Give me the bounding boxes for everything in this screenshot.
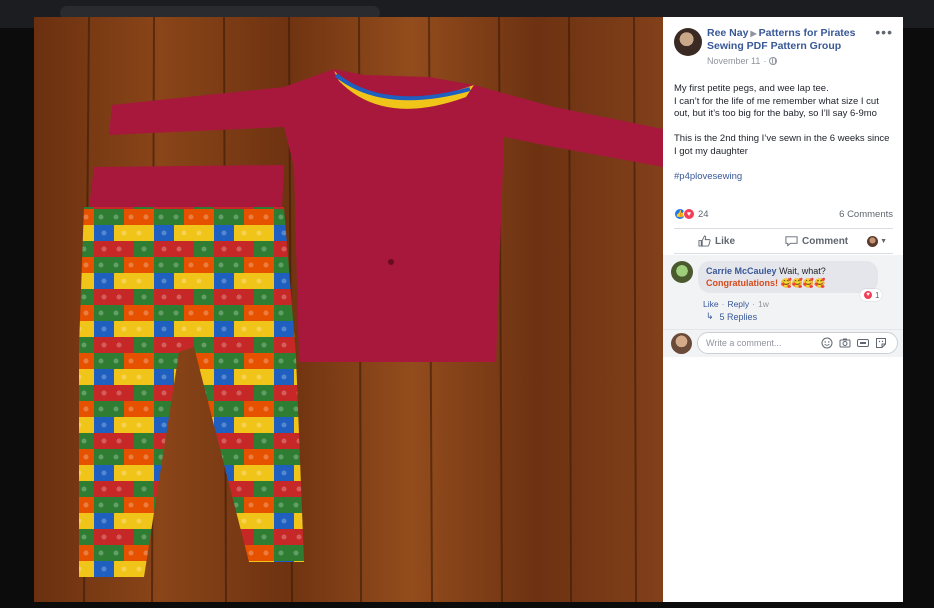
thumbs-up-icon xyxy=(698,235,711,247)
like-label: Like xyxy=(715,235,736,247)
post-action-bar: Like Comment ▼ xyxy=(674,228,893,254)
comment-reaction-count: 1 xyxy=(875,290,880,300)
composer-icons xyxy=(821,337,887,349)
comment-composer xyxy=(663,329,903,357)
post-paragraph-3: This is the 2nd thing I’ve sewn in the 6… xyxy=(674,133,890,157)
post-paragraph-2: I can’t for the life of me remember what… xyxy=(674,95,879,120)
sticker-icon[interactable] xyxy=(875,337,887,349)
triangle-right-icon: ▶ xyxy=(750,29,757,38)
hashtag-link[interactable]: #p4plovesewing xyxy=(674,171,892,184)
heart-icon[interactable]: ♥ xyxy=(683,208,695,220)
post-side-panel: Ree Nay ▶ Patterns for Pirates Sewing PDF … xyxy=(663,17,903,602)
commenter-avatar[interactable] xyxy=(671,261,693,283)
post-photo xyxy=(34,17,663,602)
comments-count-link[interactable]: 6 Comments xyxy=(839,209,893,220)
congratulations-text: Congratulations! xyxy=(706,278,778,288)
replies-label: 5 Replies xyxy=(719,311,758,322)
photo-viewer[interactable] xyxy=(34,17,663,602)
post-paragraph-1: My first petite pegs, and wee lap tee. xyxy=(674,83,829,94)
author-avatar[interactable] xyxy=(674,28,702,56)
like-button[interactable]: Like xyxy=(698,235,735,247)
emoji-row: 🥰🥰🥰🥰 xyxy=(780,278,826,288)
meta-dot: · xyxy=(763,56,767,66)
comment-button[interactable]: Comment xyxy=(785,235,848,247)
post-as-selector[interactable]: ▼ xyxy=(867,235,887,247)
post-date[interactable]: November 11 xyxy=(707,56,760,66)
reactions-summary: 👍 ♥ 24 6 Comments xyxy=(674,207,893,221)
post-text: My first petite pegs, and wee lap tee. I… xyxy=(663,73,903,183)
speech-bubble-icon xyxy=(785,236,798,247)
comment-reply-link[interactable]: Reply xyxy=(727,299,749,309)
post-attribution: Ree Nay ▶ Patterns for Pirates Sewing PDF … xyxy=(707,27,877,66)
comment-actions: Like · Reply · 1w xyxy=(703,299,769,309)
attribution-line: Ree Nay ▶ Patterns for Pirates Sewing PDF … xyxy=(707,27,877,53)
reply-arrow-icon: ↳ xyxy=(706,311,714,321)
camera-icon[interactable] xyxy=(839,337,851,349)
current-user-avatar[interactable] xyxy=(671,333,692,354)
comment-bubble: Carrie McCauley Wait, what? Congratulati… xyxy=(698,261,878,293)
comment-timestamp[interactable]: 1w xyxy=(758,299,769,309)
reaction-count[interactable]: 24 xyxy=(698,209,709,220)
comment-like-link[interactable]: Like xyxy=(703,299,719,309)
commenter-name[interactable]: Carrie McCauley xyxy=(706,266,777,276)
comment-label: Comment xyxy=(802,235,849,247)
separator-dot: · xyxy=(721,299,725,309)
profile-avatar xyxy=(867,235,879,247)
more-options-icon[interactable]: ••• xyxy=(875,25,893,39)
comment-text: Wait, what? xyxy=(779,266,826,276)
gif-icon[interactable] xyxy=(857,337,869,349)
comment-reaction-badge[interactable]: ♥ 1 xyxy=(860,289,883,301)
post-meta: November 11 · xyxy=(707,56,877,66)
post-header: Ree Nay ▶ Patterns for Pirates Sewing PDF … xyxy=(663,17,903,73)
smiley-icon[interactable] xyxy=(821,337,833,349)
globe-icon xyxy=(769,57,778,65)
separator-dot: · xyxy=(752,299,756,309)
heart-icon: ♥ xyxy=(863,290,873,300)
view-replies-link[interactable]: ↳ 5 Replies xyxy=(706,311,757,322)
author-name[interactable]: Ree Nay xyxy=(707,27,748,39)
chevron-down-icon: ▼ xyxy=(880,237,887,245)
